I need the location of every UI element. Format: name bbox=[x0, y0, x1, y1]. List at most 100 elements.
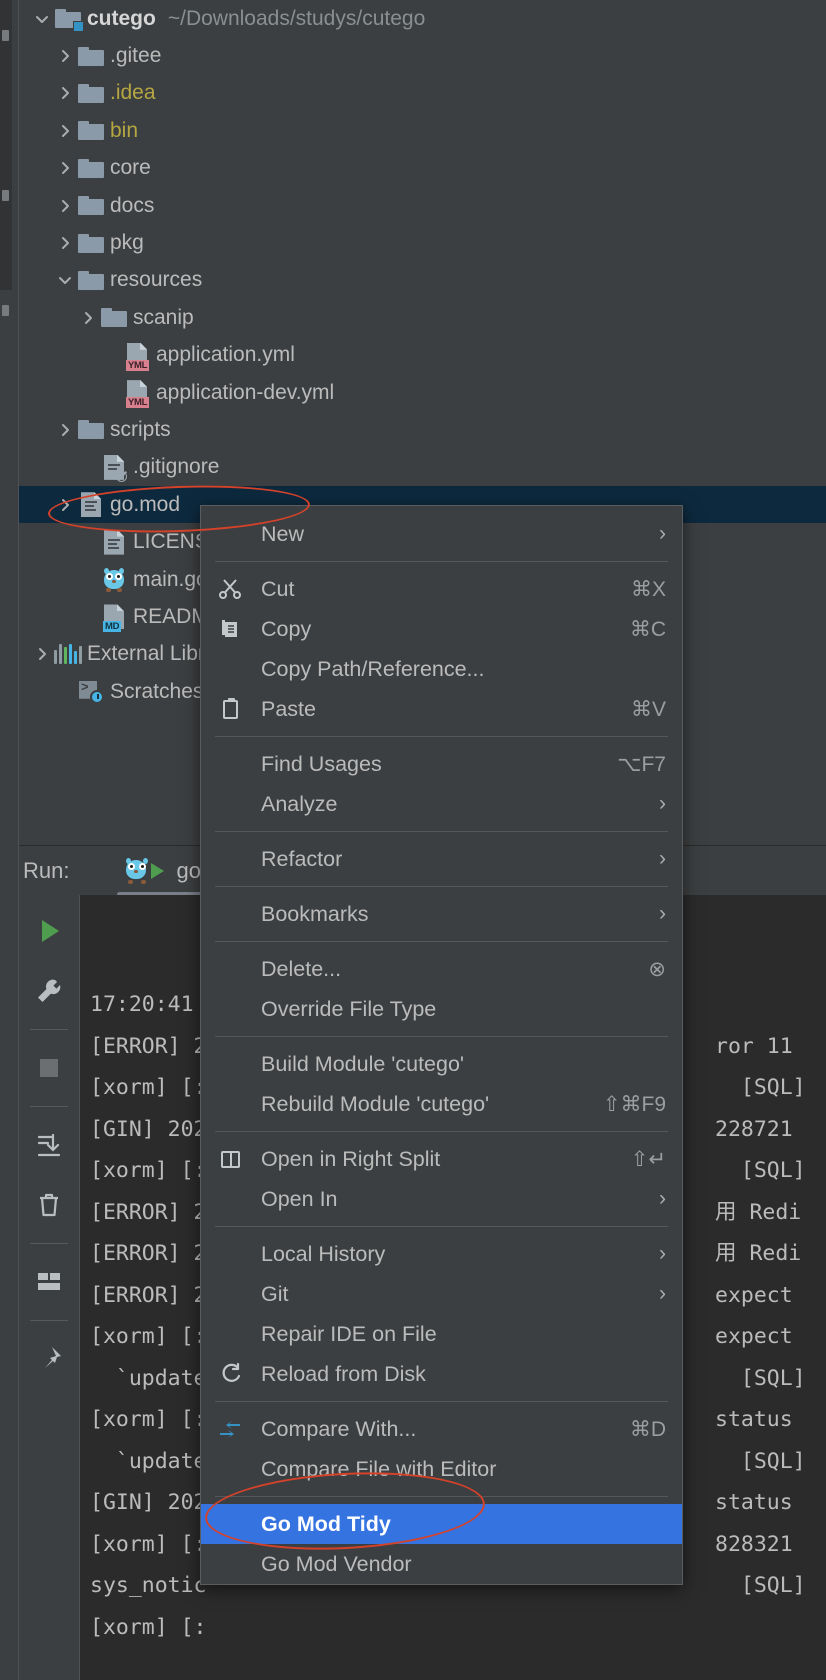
menu-item-override-file-type[interactable]: Override File Type bbox=[201, 989, 682, 1029]
console-line-right: status bbox=[715, 1407, 793, 1432]
ide-window: cutego ~/Downloads/studys/cutego .gitee.… bbox=[0, 0, 826, 1680]
menu-item-repair-ide-on-file[interactable]: Repair IDE on File bbox=[201, 1314, 682, 1354]
compare-icon bbox=[213, 1417, 247, 1441]
tree-row-core[interactable]: core bbox=[19, 150, 826, 187]
chevron-right-icon[interactable] bbox=[54, 232, 76, 254]
folder-icon bbox=[76, 417, 106, 443]
tree-row-root[interactable]: cutego ~/Downloads/studys/cutego bbox=[19, 0, 826, 37]
tree-row-bin[interactable]: bin bbox=[19, 112, 826, 149]
menu-item-label: Override File Type bbox=[261, 996, 437, 1021]
menu-item-new[interactable]: New › bbox=[201, 514, 682, 554]
menu-shortcut: ⌘D bbox=[629, 1417, 666, 1441]
tree-row-application-yml[interactable]: YML application.yml bbox=[19, 337, 826, 374]
scroll-to-end-icon[interactable] bbox=[27, 1123, 71, 1167]
run-icon[interactable] bbox=[27, 909, 71, 953]
chevron-right-icon[interactable] bbox=[54, 45, 76, 67]
tree-item-label: go.mod bbox=[110, 492, 181, 516]
menu-item-local-history[interactable]: Local History › bbox=[201, 1234, 682, 1274]
context-menu[interactable]: New › Cut ⌘X Copy ⌘C Copy Path/Reference... Pas… bbox=[200, 505, 683, 1585]
menu-item-cut[interactable]: Cut ⌘X bbox=[201, 569, 682, 609]
menu-item-find-usages[interactable]: Find Usages ⌥F7 bbox=[201, 744, 682, 784]
menu-item-go-mod-vendor[interactable]: Go Mod Vendor bbox=[201, 1544, 682, 1584]
menu-separator bbox=[215, 736, 668, 737]
stop-icon[interactable] bbox=[27, 1046, 71, 1090]
menu-item-refactor[interactable]: Refactor › bbox=[201, 839, 682, 879]
menu-item-label: Repair IDE on File bbox=[261, 1321, 437, 1346]
run-toolbar[interactable] bbox=[19, 895, 80, 1680]
chevron-right-icon[interactable] bbox=[54, 120, 76, 142]
menu-item-label: Copy Path/Reference... bbox=[261, 656, 485, 681]
stripe-tab-mid[interactable] bbox=[2, 190, 9, 201]
console-line-right: [SQL] bbox=[715, 1573, 806, 1598]
menu-separator bbox=[215, 561, 668, 562]
chevron-right-icon[interactable] bbox=[54, 494, 76, 516]
console-line-right: 228721 bbox=[715, 1116, 793, 1142]
menu-separator bbox=[215, 1131, 668, 1132]
chevron-right-icon[interactable] bbox=[54, 157, 76, 179]
menu-item-build-module-cutego[interactable]: Build Module 'cutego' bbox=[201, 1044, 682, 1084]
trash-icon[interactable] bbox=[27, 1183, 71, 1227]
menu-item-copy[interactable]: Copy ⌘C bbox=[201, 609, 682, 649]
tree-item-label: pkg bbox=[110, 231, 144, 255]
menu-shortcut: ⊗ bbox=[648, 957, 666, 981]
tree-item-label: bin bbox=[110, 118, 139, 142]
folder-icon bbox=[76, 43, 106, 69]
chevron-right-icon: › bbox=[659, 1282, 666, 1305]
menu-item-label: Cut bbox=[261, 576, 295, 601]
menu-item-go-mod-tidy[interactable]: Go Mod Tidy bbox=[201, 1504, 682, 1544]
tree-row--gitignore[interactable]: .gitignore bbox=[19, 449, 826, 486]
tree-row-docs[interactable]: docs bbox=[19, 187, 826, 224]
chevron-right-icon[interactable] bbox=[31, 643, 53, 665]
chevron-right-icon: › bbox=[659, 522, 666, 545]
menu-separator bbox=[215, 831, 668, 832]
console-line-left: [xorm] [: bbox=[90, 1614, 207, 1640]
menu-separator bbox=[215, 1226, 668, 1227]
menu-item-analyze[interactable]: Analyze › bbox=[201, 784, 682, 824]
chevron-right-icon[interactable] bbox=[77, 307, 99, 329]
chevron-right-icon[interactable] bbox=[54, 195, 76, 217]
menu-item-reload-from-disk[interactable]: Reload from Disk bbox=[201, 1354, 682, 1394]
chevron-right-icon[interactable] bbox=[54, 82, 76, 104]
tree-row-pkg[interactable]: pkg bbox=[19, 224, 826, 261]
menu-item-compare-file-with-editor[interactable]: Compare File with Editor bbox=[201, 1449, 682, 1489]
toolbar-divider-4 bbox=[30, 1320, 68, 1321]
tree-row--gitee[interactable]: .gitee bbox=[19, 37, 826, 74]
paste-icon bbox=[213, 697, 247, 719]
chevron-down-icon[interactable] bbox=[31, 8, 53, 30]
menu-item-paste[interactable]: Paste ⌘V bbox=[201, 689, 682, 729]
tree-row--idea[interactable]: .idea bbox=[19, 75, 826, 112]
menu-item-open-in-right-split[interactable]: Open in Right Split ⇧↵ bbox=[201, 1139, 682, 1179]
menu-separator bbox=[215, 1496, 668, 1497]
menu-item-bookmarks[interactable]: Bookmarks › bbox=[201, 894, 682, 934]
scissors-icon bbox=[213, 577, 247, 601]
tree-row-resources[interactable]: resources bbox=[19, 262, 826, 299]
chevron-right-icon: › bbox=[659, 902, 666, 925]
pin-icon[interactable] bbox=[27, 1337, 71, 1381]
menu-item-copy-path-reference[interactable]: Copy Path/Reference... bbox=[201, 649, 682, 689]
stripe-tab-top[interactable] bbox=[2, 30, 9, 41]
tree-row-scripts[interactable]: scripts bbox=[19, 411, 826, 448]
console-line-left: [ERROR] 2 bbox=[90, 1033, 207, 1059]
chevron-down-icon[interactable] bbox=[54, 269, 76, 291]
wrench-icon[interactable] bbox=[27, 969, 71, 1013]
menu-item-git[interactable]: Git › bbox=[201, 1274, 682, 1314]
menu-item-delete[interactable]: Delete... ⊗ bbox=[201, 949, 682, 989]
tree-row-scanip[interactable]: scanip bbox=[19, 299, 826, 336]
tree-item-label: docs bbox=[110, 193, 155, 217]
menu-item-open-in[interactable]: Open In › bbox=[201, 1179, 682, 1219]
menu-item-label: Open In bbox=[261, 1186, 338, 1211]
tree-item-label: .idea bbox=[110, 81, 156, 105]
tree-item-label: main.go bbox=[133, 567, 208, 591]
menu-item-compare-with[interactable]: Compare With... ⌘D bbox=[201, 1409, 682, 1449]
yml-file-icon: YML bbox=[122, 380, 152, 409]
layout-icon[interactable] bbox=[27, 1260, 71, 1304]
console-line-left: [xorm] [: bbox=[90, 1158, 207, 1183]
menu-item-rebuild-module-cutego[interactable]: Rebuild Module 'cutego' ⇧⌘F9 bbox=[201, 1084, 682, 1124]
tree-row-application-dev-yml[interactable]: YML application-dev.yml bbox=[19, 374, 826, 411]
menu-item-label: New bbox=[261, 521, 305, 546]
libraries-icon bbox=[53, 641, 83, 667]
stripe-tab-bottom[interactable] bbox=[2, 305, 9, 316]
chevron-right-icon[interactable] bbox=[54, 419, 76, 441]
text-file-icon bbox=[76, 492, 106, 518]
